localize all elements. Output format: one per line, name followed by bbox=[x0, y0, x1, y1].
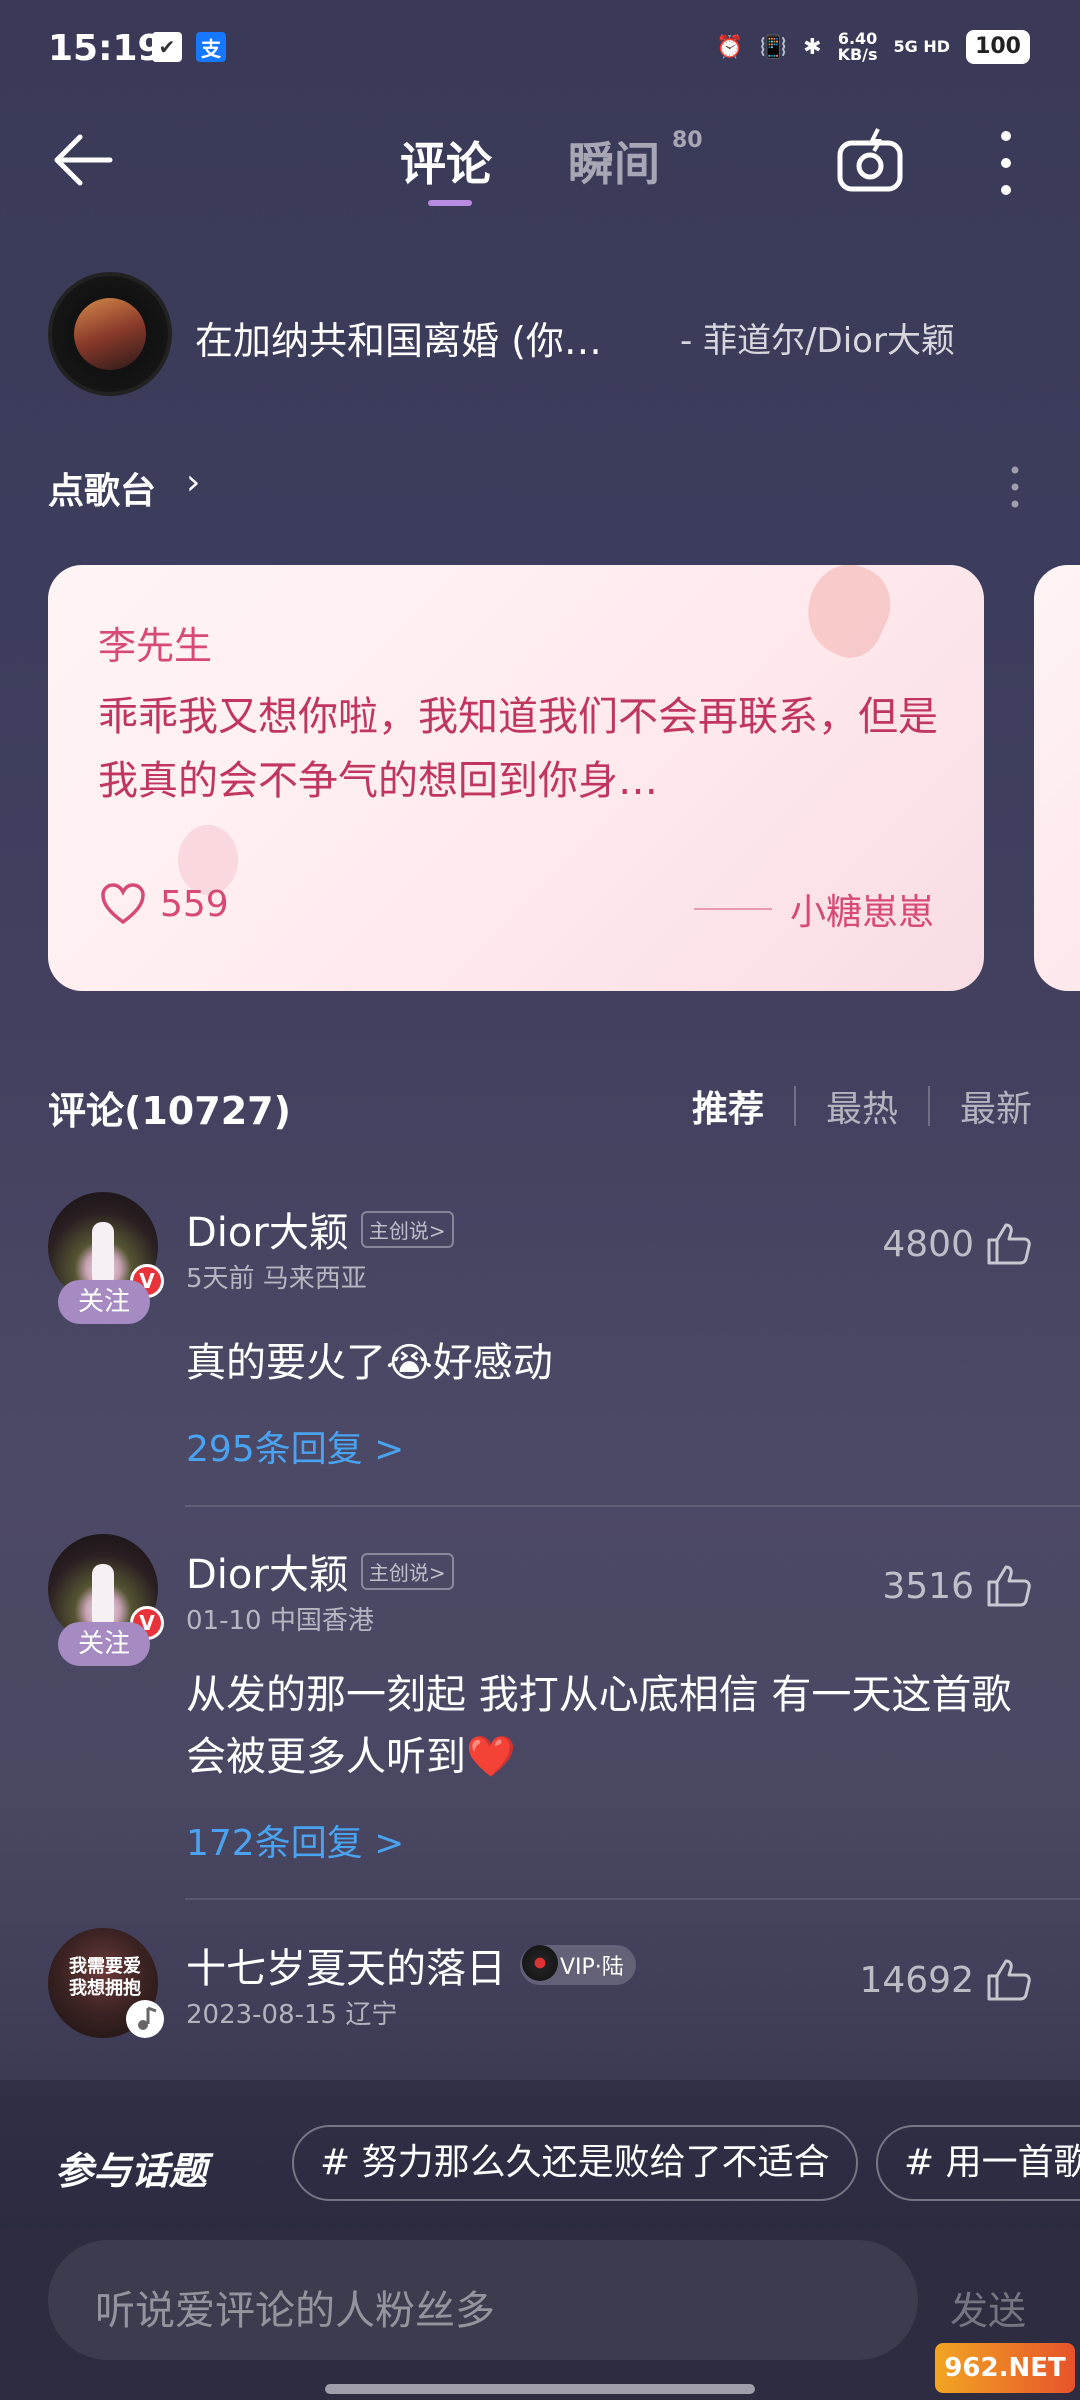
divider bbox=[185, 1505, 1080, 1507]
song-cover[interactable] bbox=[48, 272, 172, 396]
clipboard-icon: ✔ bbox=[152, 32, 182, 62]
thumbs-up-icon bbox=[987, 1565, 1031, 1607]
vinyl-icon bbox=[522, 1945, 558, 1981]
comment-username[interactable]: Dior大颖 bbox=[186, 1200, 349, 1258]
net-speed: 6.40 KB/s bbox=[837, 29, 878, 64]
dedication-sender[interactable]: 小糖崽崽 bbox=[693, 883, 934, 935]
watermark-logo: 962.NET bbox=[935, 2343, 1075, 2393]
dedication-message: 乖乖我又想你啦，我知道我们不会再联系，但是我真的会不争气的想回到你身… bbox=[98, 694, 938, 804]
divider bbox=[927, 1086, 930, 1126]
battery-indicator: 100 bbox=[966, 30, 1030, 64]
comment-likes: 14692 bbox=[859, 1959, 974, 2001]
comment-like-button[interactable]: 14692 bbox=[859, 1958, 1032, 2002]
more-menu-button[interactable] bbox=[986, 128, 1026, 198]
status-right-group: ⏰ 📳 ✱ 6.40 KB/s 5G HD 100 bbox=[716, 30, 1030, 64]
dedication-recipient: 李先生 bbox=[98, 624, 213, 668]
comment-meta: 01-10 中国香港 bbox=[186, 1606, 374, 1636]
active-tab-indicator bbox=[428, 200, 472, 206]
sort-tab-recommended[interactable]: 推荐 bbox=[692, 1080, 764, 1132]
tab-comments[interactable]: 评论 bbox=[400, 128, 492, 194]
back-arrow-icon bbox=[54, 134, 113, 186]
dedication-card-next[interactable] bbox=[1034, 565, 1080, 991]
dedication-likes: 559 bbox=[160, 883, 229, 925]
comments-title: 评论(10727) bbox=[48, 1089, 291, 1133]
petal-decoration bbox=[792, 565, 904, 668]
follow-button[interactable]: 关注 bbox=[58, 1622, 150, 1666]
dedication-more-button[interactable] bbox=[1000, 462, 1030, 512]
divider bbox=[793, 1086, 796, 1126]
bluetooth-icon: ✱ bbox=[803, 34, 822, 60]
comment-likes: 3516 bbox=[882, 1565, 974, 1607]
moments-count: 80 bbox=[672, 128, 703, 153]
alarm-icon: ⏰ bbox=[716, 34, 744, 60]
comment-header: 十七岁夏天的落日 VIP·陆 bbox=[186, 1936, 636, 1994]
comment-meta: 2023-08-15 辽宁 bbox=[186, 2000, 398, 2030]
comment-text: 从发的那一刻起 我打从心底相信 有一天这首歌会被更多人听到❤️ bbox=[186, 1672, 1012, 1780]
sort-tab-newest[interactable]: 最新 bbox=[960, 1080, 1032, 1132]
dedication-like-button[interactable]: 559 bbox=[100, 883, 229, 925]
comment-likes: 4800 bbox=[882, 1223, 974, 1265]
sort-tabs: 推荐 最热 最新 bbox=[692, 1080, 1032, 1132]
comment-meta: 5天前 马来西亚 bbox=[186, 1264, 367, 1294]
topic-title: 参与话题 bbox=[55, 2149, 208, 2193]
dedication-title[interactable]: 点歌台 bbox=[48, 462, 156, 514]
alipay-icon: 支 bbox=[196, 32, 226, 62]
heart-icon bbox=[101, 883, 145, 925]
song-title[interactable]: 在加纳共和国离婚 (你… bbox=[195, 310, 602, 365]
music-note-badge-icon bbox=[126, 2000, 164, 2038]
vip-badge[interactable]: VIP·陆 bbox=[520, 1945, 636, 1985]
comment-header: Dior大颖 主创说> bbox=[186, 1200, 454, 1258]
home-indicator[interactable] bbox=[325, 2384, 755, 2394]
divider-dash bbox=[693, 908, 772, 910]
comment-username[interactable]: Dior大颖 bbox=[186, 1542, 349, 1600]
signal-indicator: 5G HD bbox=[893, 37, 951, 56]
comment-replies-link[interactable]: 172条回复 > bbox=[186, 1814, 404, 1866]
thumbs-up-icon bbox=[987, 1959, 1031, 2001]
thumbs-up-icon bbox=[987, 1223, 1031, 1265]
comment-username[interactable]: 十七岁夏天的落日 bbox=[186, 1936, 506, 1994]
song-artist[interactable]: - 菲道尔/Dior大颖 bbox=[680, 313, 955, 362]
send-button[interactable]: 发送 bbox=[950, 2280, 1026, 2335]
camera-icon bbox=[837, 128, 903, 192]
status-time: 15:19 bbox=[48, 28, 163, 69]
chevron-right-icon[interactable]: › bbox=[186, 462, 200, 503]
dedication-sender-name: 小糖崽崽 bbox=[789, 892, 934, 933]
camera-button[interactable] bbox=[834, 125, 906, 197]
more-vertical-icon bbox=[1001, 131, 1011, 195]
topic-chip[interactable]: # 努力那么久还是败给了不适合 bbox=[292, 2125, 858, 2201]
comment-replies-link[interactable]: 295条回复 > bbox=[186, 1420, 404, 1472]
status-bar: 15:19 ✔ 支 ⏰ 📳 ✱ 6.40 KB/s 5G HD 100 bbox=[0, 0, 1080, 100]
sort-tab-hottest[interactable]: 最热 bbox=[826, 1080, 898, 1132]
comment-header: Dior大颖 主创说> bbox=[186, 1542, 454, 1600]
comment-like-button[interactable]: 3516 bbox=[882, 1564, 1032, 1608]
comment-input-placeholder: 听说爱评论的人粉丝多 bbox=[95, 2288, 495, 2334]
follow-button[interactable]: 关注 bbox=[58, 1280, 150, 1324]
vibrate-icon: 📳 bbox=[759, 34, 788, 60]
avatar-caption: 我需要爱 我想拥抱 bbox=[69, 1956, 141, 1999]
comment-like-button[interactable]: 4800 bbox=[882, 1222, 1032, 1266]
dedication-card[interactable]: 李先生 乖乖我又想你啦，我知道我们不会再联系，但是我真的会不争气的想回到你身… … bbox=[48, 565, 984, 991]
creator-tag[interactable]: 主创说> bbox=[360, 1552, 454, 1590]
divider bbox=[185, 1898, 1080, 1900]
creator-tag[interactable]: 主创说> bbox=[360, 1210, 454, 1248]
tab-moments[interactable]: 瞬间 bbox=[568, 128, 660, 194]
back-button[interactable] bbox=[48, 125, 118, 195]
comment-text: 真的要火了😭好感动 bbox=[186, 1340, 553, 1386]
more-vertical-icon bbox=[1011, 466, 1019, 508]
topic-chip[interactable]: # 用一首歌 bbox=[876, 2125, 1080, 2201]
